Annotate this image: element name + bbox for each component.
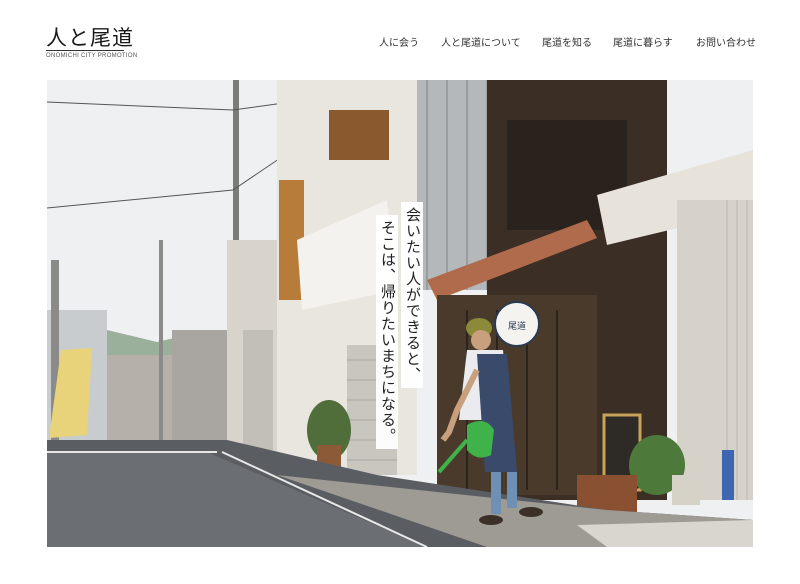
nav-about[interactable]: 人と尾道について — [441, 34, 521, 49]
hero-copy-line2: そこは、帰りたいまちになる。 — [376, 215, 398, 449]
nav-meet-people[interactable]: 人に会う — [379, 34, 419, 49]
logo-text: 人と尾道 — [46, 26, 134, 50]
logo-underline — [46, 50, 124, 51]
logo-subtext: ONOMICHI CITY PROMOTION — [46, 53, 138, 59]
nav-live-onomichi[interactable]: 尾道に暮らす — [613, 34, 673, 49]
hero-copy-line1: 会いたい人ができると、 — [401, 202, 423, 388]
street-scene-illustration: 尾道 — [47, 80, 753, 547]
site-logo[interactable]: 人と尾道 ONOMICHI CITY PROMOTION — [46, 22, 156, 62]
shop-sign-text: 尾道 — [508, 320, 526, 332]
nav-know-onomichi[interactable]: 尾道を知る — [542, 34, 592, 49]
hero-image: 尾道 会いたい人ができると、 そこは、帰りたいまちになる。 — [47, 80, 753, 547]
nav-contact[interactable]: お問い合わせ — [696, 34, 756, 49]
